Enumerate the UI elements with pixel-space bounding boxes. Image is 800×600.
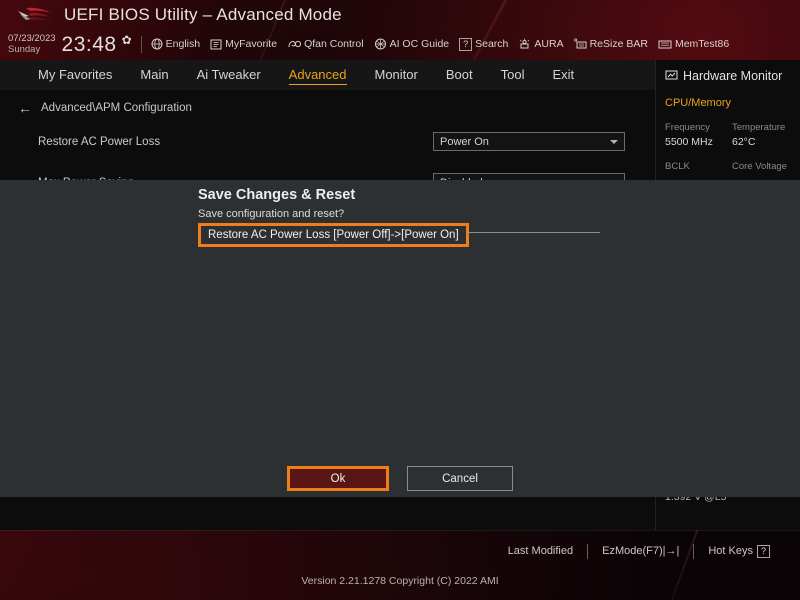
- date-value: 07/23/2023: [8, 33, 56, 44]
- tool-aura[interactable]: AURA: [518, 38, 564, 50]
- ok-button-focus-ring: Ok: [287, 466, 389, 491]
- tool-label: AI OC Guide: [389, 38, 450, 50]
- tab-monitor[interactable]: Monitor: [361, 60, 432, 90]
- breadcrumb: ← Advanced\APM Configuration: [0, 90, 655, 116]
- divider: [0, 530, 800, 531]
- hwm-section-cpu-memory: CPU/Memory: [665, 97, 732, 109]
- cancel-button[interactable]: Cancel: [407, 466, 513, 491]
- tool-search[interactable]: ? Search: [459, 37, 509, 51]
- tool-label: AURA: [534, 38, 564, 50]
- memtest-icon: [658, 40, 672, 48]
- hotkeys-button[interactable]: Hot Keys ?: [694, 544, 784, 558]
- search-icon: ?: [459, 37, 473, 51]
- hwm-key: Core Voltage: [732, 161, 787, 172]
- save-changes-dialog: Save Changes & Reset Save configuration …: [0, 180, 800, 497]
- gear-icon[interactable]: ✿: [122, 33, 132, 47]
- meta-row: 07/23/2023 Sunday 23:48 ✿ English MyFavo…: [0, 30, 800, 58]
- tool-myfavorite[interactable]: MyFavorite: [210, 38, 277, 50]
- hwm-value: 62°C: [732, 136, 756, 148]
- hwm-title-label: Hardware Monitor: [683, 69, 783, 83]
- restore-ac-power-loss-dropdown[interactable]: Power On: [433, 132, 625, 151]
- clock-value: 23:48: [61, 33, 117, 56]
- tab-advanced[interactable]: Advanced: [275, 60, 361, 90]
- tool-label: Qfan Control: [304, 38, 364, 50]
- back-arrow-icon[interactable]: ←: [18, 100, 32, 116]
- hotkeys-label: Hot Keys: [708, 545, 753, 557]
- hardware-monitor-title: Hardware Monitor: [665, 69, 800, 83]
- main-nav: My Favorites Main Ai Tweaker Advanced Mo…: [0, 60, 655, 90]
- tool-label: MemTest86: [674, 38, 730, 50]
- globe-icon: [151, 38, 163, 50]
- tool-label: ReSize BAR: [589, 38, 648, 50]
- footer-actions: Last Modified EzMode(F7)|→| Hot Keys ?: [0, 530, 800, 572]
- last-modified-button[interactable]: Last Modified: [494, 545, 587, 557]
- title-row: UEFI BIOS Utility – Advanced Mode: [0, 0, 800, 30]
- tool-label: MyFavorite: [225, 38, 278, 50]
- tool-label: Search: [475, 38, 509, 50]
- hwm-row-frequency-temperature: Frequency 5500 MHz Temperature 62°C: [665, 122, 800, 148]
- tool-resize-bar[interactable]: ReSize BAR: [573, 38, 648, 50]
- dialog-subtitle: Save configuration and reset?: [198, 208, 345, 220]
- hwm-value: 5500 MHz: [665, 136, 713, 148]
- dialog-button-row: Ok Cancel: [0, 466, 800, 491]
- header-bar: UEFI BIOS Utility – Advanced Mode 07/23/…: [0, 0, 800, 60]
- setting-row-restore-ac-power-loss: Restore AC Power Loss Power On: [0, 126, 655, 157]
- fan-icon: [288, 40, 302, 48]
- hwm-cell-bclk: BCLK: [665, 161, 732, 172]
- dialog-title: Save Changes & Reset: [198, 187, 356, 203]
- tool-ai-oc-guide[interactable]: AI OC Guide: [374, 38, 450, 50]
- chevron-down-icon: [610, 139, 618, 144]
- tool-qfan-control[interactable]: Qfan Control: [287, 38, 364, 50]
- ai-oc-icon: [374, 38, 386, 50]
- tool-memtest86[interactable]: MemTest86: [658, 38, 729, 50]
- tool-english[interactable]: English: [151, 38, 200, 50]
- tab-boot[interactable]: Boot: [432, 60, 487, 90]
- bios-screen: UEFI BIOS Utility – Advanced Mode 07/23/…: [0, 0, 800, 600]
- ok-button[interactable]: Ok: [290, 469, 386, 488]
- question-mark-icon: ?: [757, 544, 770, 558]
- monitor-icon: [665, 70, 678, 80]
- aura-icon: [520, 38, 530, 49]
- tab-my-favorites[interactable]: My Favorites: [24, 60, 126, 90]
- divider: [140, 35, 142, 53]
- window-title: UEFI BIOS Utility – Advanced Mode: [64, 5, 342, 24]
- ezmode-button[interactable]: EzMode(F7)|→|: [588, 545, 693, 557]
- hwm-cell-temperature: Temperature 62°C: [732, 122, 799, 148]
- date-block: 07/23/2023 Sunday: [8, 33, 56, 55]
- pending-change-item[interactable]: Restore AC Power Loss [Power Off]->[Powe…: [198, 223, 469, 247]
- rog-logo: [14, 4, 56, 26]
- tool-label: English: [165, 38, 201, 50]
- version-text: Version 2.21.1278 Copyright (C) 2022 AMI: [301, 575, 499, 587]
- hwm-row-bclk-corevoltage: BCLK Core Voltage: [665, 161, 800, 172]
- weekday-value: Sunday: [8, 44, 41, 55]
- hwm-cell-frequency: Frequency 5500 MHz: [665, 122, 732, 148]
- setting-label: Restore AC Power Loss: [38, 135, 161, 148]
- tab-tool[interactable]: Tool: [487, 60, 539, 90]
- pending-change-text: Restore AC Power Loss [Power Off]->[Powe…: [208, 229, 459, 241]
- tab-ai-tweaker[interactable]: Ai Tweaker: [183, 60, 275, 90]
- hwm-key: Frequency: [665, 122, 710, 133]
- resize-bar-icon: [573, 38, 587, 49]
- tab-exit[interactable]: Exit: [538, 60, 588, 90]
- datetime-block: 07/23/2023 Sunday 23:48 ✿: [8, 33, 132, 55]
- hwm-key: BCLK: [665, 161, 690, 172]
- favorite-icon: [210, 39, 222, 49]
- breadcrumb-path: Advanced\APM Configuration: [41, 102, 192, 114]
- tab-main[interactable]: Main: [126, 60, 182, 90]
- dropdown-value: Power On: [440, 135, 489, 148]
- footer-bar: Last Modified EzMode(F7)|→| Hot Keys ? V…: [0, 530, 800, 600]
- hwm-key: Temperature: [732, 122, 786, 133]
- hwm-cell-core-voltage: Core Voltage: [732, 161, 799, 172]
